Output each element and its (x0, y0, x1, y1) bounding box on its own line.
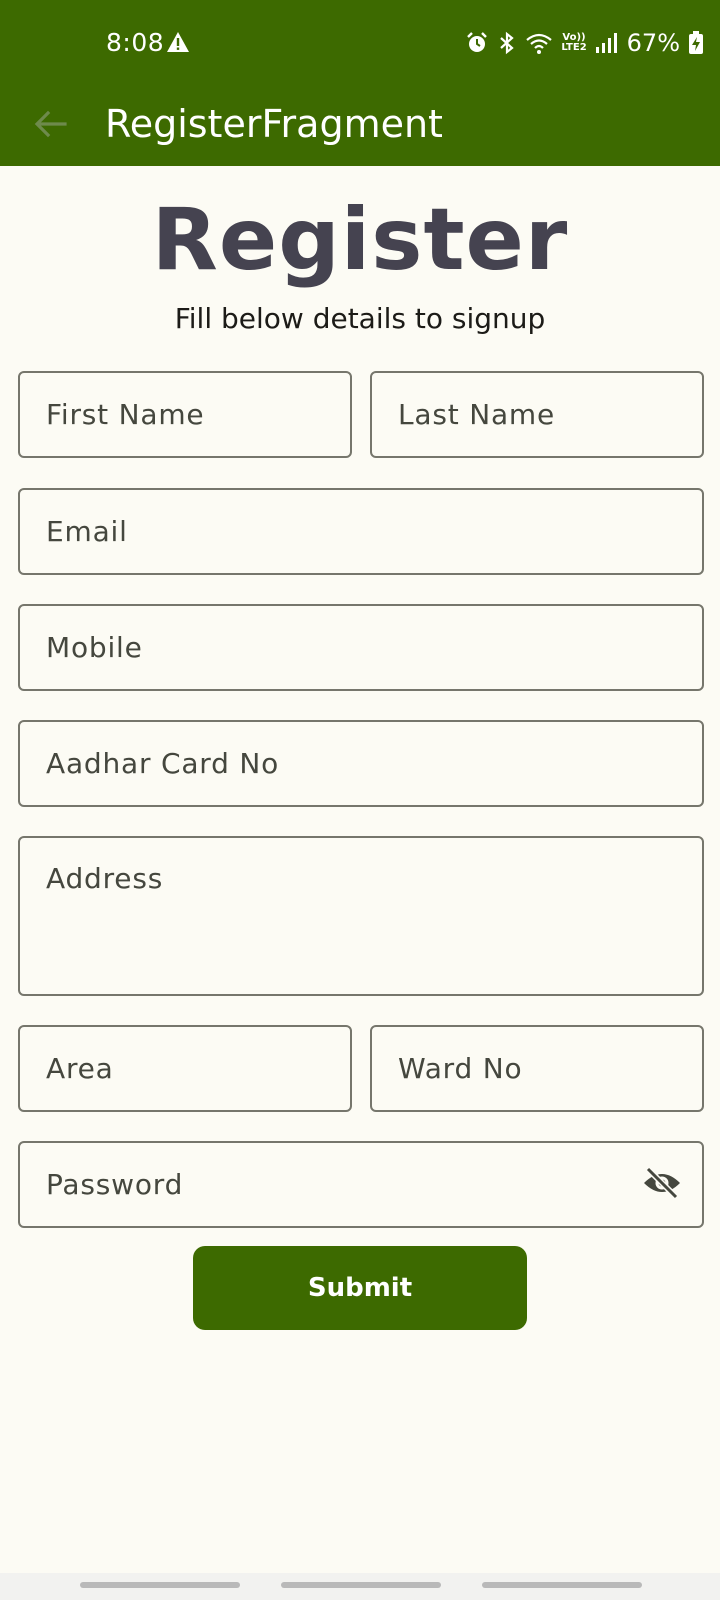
app-bar: RegisterFragment (0, 86, 720, 166)
volte-indicator: Vo)) LTE2 (561, 33, 586, 53)
status-icons: Vo)) LTE2 67% (465, 26, 704, 60)
aadhar-field (18, 720, 704, 807)
submit-button[interactable]: Submit (193, 1246, 527, 1330)
last-name-input[interactable] (372, 373, 702, 456)
address-field (18, 836, 704, 996)
area-field (18, 1025, 352, 1112)
email-field (18, 488, 704, 575)
page-subtitle: Fill below details to signup (174, 302, 546, 335)
password-field (18, 1141, 704, 1228)
password-visibility-toggle[interactable] (640, 1166, 684, 1204)
mobile-field (18, 604, 704, 691)
email-input[interactable] (20, 490, 702, 573)
alarm-icon (465, 31, 489, 55)
status-bar: 8:08 Vo)) LTE2 67% (0, 0, 720, 86)
ward-no-input[interactable] (372, 1027, 702, 1110)
area-input[interactable] (20, 1027, 350, 1110)
battery-charging-icon (688, 31, 704, 55)
register-screen: 8:08 Vo)) LTE2 67% RegisterFragment Regi… (0, 0, 720, 1600)
address-input[interactable] (20, 838, 702, 994)
arrow-back-icon (33, 110, 67, 143)
volte-bottom: LTE2 (561, 42, 587, 53)
mobile-input[interactable] (20, 606, 702, 689)
navigation-bar (0, 1573, 720, 1600)
warning-icon (166, 31, 190, 58)
battery-percentage: 67% (626, 29, 680, 57)
password-input[interactable] (20, 1143, 702, 1226)
ward-no-field (370, 1025, 704, 1112)
last-name-field (370, 371, 704, 458)
bluetooth-icon (497, 31, 517, 55)
back-button[interactable] (24, 100, 76, 152)
eye-off-icon (642, 1166, 682, 1204)
status-time: 8:08 (106, 28, 165, 57)
nav-back-handle[interactable] (482, 1582, 642, 1588)
signal-icon (595, 32, 619, 54)
nav-recents-handle[interactable] (80, 1582, 240, 1588)
app-bar-title: RegisterFragment (105, 102, 443, 146)
nav-home-handle[interactable] (281, 1582, 441, 1588)
wifi-icon (525, 31, 553, 55)
first-name-input[interactable] (20, 373, 350, 456)
first-name-field (18, 371, 352, 458)
aadhar-input[interactable] (20, 722, 702, 805)
page-title: Register (151, 190, 569, 290)
